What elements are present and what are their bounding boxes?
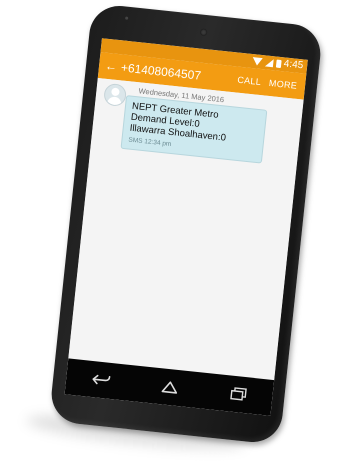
battery-icon xyxy=(275,59,282,68)
screen: 4:45 ← +61408064507 CALL MORE Wednesday,… xyxy=(64,38,308,416)
wifi-icon xyxy=(252,57,263,66)
message-list: Wednesday, 11 May 2016 NEPT Greater Metr… xyxy=(68,77,304,381)
call-button[interactable]: CALL xyxy=(237,75,262,87)
more-button[interactable]: MORE xyxy=(268,78,297,91)
signal-icon xyxy=(264,57,274,67)
recents-icon[interactable] xyxy=(222,382,254,407)
stage: 4:45 ← +61408064507 CALL MORE Wednesday,… xyxy=(0,0,341,469)
avatar-head xyxy=(111,87,120,97)
message-bubble[interactable]: NEPT Greater Metro Demand Level:0 Illawa… xyxy=(120,95,268,164)
arrow-left-icon[interactable]: ← xyxy=(100,58,121,74)
avatar[interactable] xyxy=(103,82,128,107)
home-icon[interactable] xyxy=(153,375,185,400)
avatar-body xyxy=(106,96,122,107)
phone: 4:45 ← +61408064507 CALL MORE Wednesday,… xyxy=(48,3,324,445)
back-icon[interactable] xyxy=(85,367,117,392)
status-time: 4:45 xyxy=(283,58,304,72)
